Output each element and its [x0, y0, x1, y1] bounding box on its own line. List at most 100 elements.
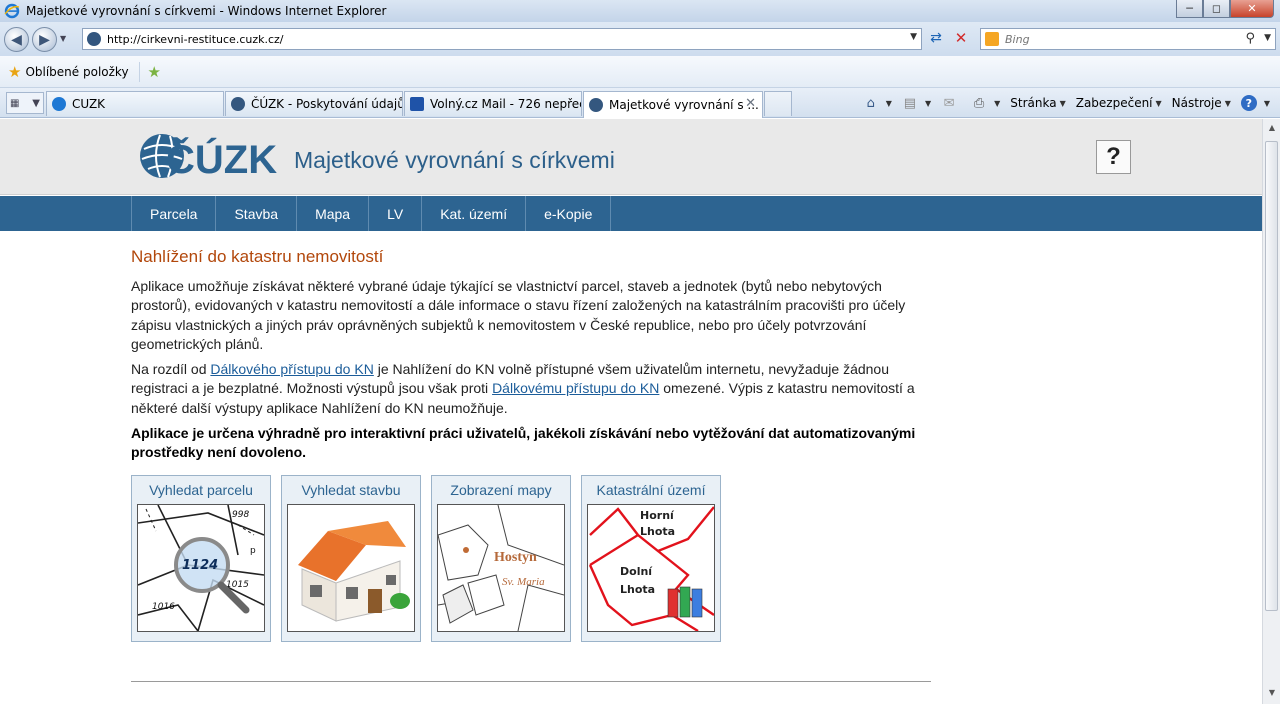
address-input[interactable] — [107, 32, 867, 46]
address-dropdown-icon[interactable]: ▼ — [910, 32, 917, 42]
favorites-bar: ★ Oblíbené položky ★ — [0, 56, 1280, 88]
back-button[interactable]: ◀ — [4, 27, 29, 52]
page-heading: Nahlížení do katastru nemovitostí — [131, 247, 384, 266]
comparison-paragraph: Na rozdíl od Dálkového přístupu do KN je… — [131, 360, 931, 418]
divider — [131, 681, 931, 682]
svg-text:ČÚZK: ČÚZK — [166, 136, 277, 182]
tools-menu[interactable]: Nástroje ▼ — [1172, 96, 1231, 110]
page-menu-label: Stránka — [1010, 96, 1057, 110]
help-menu[interactable]: ? ▼ — [1240, 95, 1270, 111]
house-image — [287, 504, 415, 632]
rss-feed-icon: ▤ — [903, 95, 917, 111]
scroll-up-icon[interactable]: ▲ — [1266, 123, 1278, 135]
tile-search-building[interactable]: Vyhledat stavbu — [281, 475, 421, 642]
refresh-icon[interactable]: ⇄ — [927, 30, 945, 48]
parcel-number-highlight: 1124 — [182, 558, 218, 573]
maximize-icon[interactable]: ◻ — [1203, 0, 1230, 18]
favorites-button[interactable]: Oblíbené položky — [25, 65, 128, 79]
forward-button[interactable]: ▶ — [32, 27, 57, 52]
chevron-down-icon: ▼ — [1059, 98, 1066, 108]
vertical-scrollbar[interactable]: ▲ ▼ — [1262, 119, 1280, 704]
tab-label: Majetkové vyrovnání s ... — [609, 98, 759, 112]
tab-close-icon[interactable]: ✕ — [745, 96, 756, 111]
home-icon: ⌂ — [866, 95, 875, 111]
chevron-down-icon: ▼ — [885, 98, 892, 108]
tab-list-dropdown-icon[interactable]: ▼ — [32, 98, 40, 109]
help-icon: ? — [1240, 95, 1257, 111]
usage-notice: Aplikace je určena výhradně pro interakt… — [131, 425, 916, 461]
search-input[interactable] — [1005, 32, 1235, 46]
chevron-down-icon: ▼ — [924, 98, 932, 108]
search-box[interactable]: ⚲ ▼ — [980, 28, 1276, 50]
search-icon[interactable]: ⚲ — [1245, 31, 1255, 46]
tab-cuzk-poskytovani[interactable]: ČÚZK - Poskytování údajů ... — [225, 91, 403, 116]
scroll-thumb[interactable] — [1265, 141, 1278, 611]
nav-item-stavba[interactable]: Stavba — [216, 196, 298, 231]
stop-icon[interactable]: ✕ — [952, 29, 970, 47]
ie-page-icon — [52, 97, 66, 111]
map-place-label: Hostyn — [494, 550, 537, 565]
help-button[interactable]: ? — [1096, 140, 1131, 174]
close-icon[interactable]: ✕ — [1230, 0, 1274, 18]
tile-show-map[interactable]: Zobrazení mapy Hostyn Sv. Maria — [431, 475, 571, 642]
add-favorite-icon[interactable]: ★ — [148, 63, 161, 81]
print-button[interactable]: ⎙ ▼ — [971, 95, 1000, 111]
window-titlebar: Majetkové vyrovnání s církvemi - Windows… — [0, 0, 1280, 22]
map-image: Hostyn Sv. Maria — [437, 504, 565, 632]
nav-item-kat-uzemi[interactable]: Kat. území — [422, 196, 527, 231]
cuzk-favicon-icon — [231, 97, 245, 111]
tile-search-parcel[interactable]: Vyhledat parcelu 998 1015 1016 p 1124 — [131, 475, 271, 642]
feeds-button[interactable]: ▤ ▼ — [902, 95, 931, 111]
tab-label: CUZK — [72, 97, 106, 111]
parcel-map-image: 998 1015 1016 p 1124 — [137, 504, 265, 632]
tab-cuzk[interactable]: CUZK — [46, 91, 224, 116]
main-content: Nahlížení do katastru nemovitostí Aplika… — [131, 247, 931, 469]
history-dropdown-icon[interactable]: ▼ — [60, 34, 66, 43]
remote-access-link[interactable]: Dálkového přístupu do KN — [210, 361, 373, 377]
tools-menu-label: Nástroje — [1171, 96, 1222, 110]
tab-volny-mail[interactable]: Volný.cz Mail - 726 nepřeč... — [404, 91, 582, 116]
scroll-down-icon[interactable]: ▼ — [1266, 688, 1278, 700]
cuzk-logo[interactable]: ČÚZK — [138, 129, 284, 183]
tile-label: Vyhledat parcelu — [149, 482, 253, 498]
volny-favicon-icon — [410, 97, 424, 111]
mail-icon: ✉ — [943, 95, 955, 111]
nav-item-lv[interactable]: LV — [369, 196, 423, 231]
nav-item-e-kopie[interactable]: e-Kopie — [526, 196, 612, 231]
feature-tiles: Vyhledat parcelu 998 1015 1016 p 1124 Vy… — [131, 475, 731, 642]
quick-tabs-button[interactable]: ▦ ▼ — [6, 92, 44, 114]
tab-majetkove-vyrovnani[interactable]: Majetkové vyrovnání s ... ✕ — [583, 91, 763, 118]
security-menu[interactable]: Zabezpečení ▼ — [1076, 96, 1162, 110]
divider — [138, 61, 140, 82]
forward-arrow-icon: ▶ — [39, 31, 50, 48]
chevron-down-icon: ▼ — [1263, 98, 1270, 108]
home-button[interactable]: ⌂ ▼ — [863, 95, 892, 111]
chevron-down-icon: ▼ — [1224, 98, 1231, 108]
area-label: Dolní — [620, 565, 653, 578]
nav-item-parcela[interactable]: Parcela — [132, 196, 217, 231]
nav-item-mapa[interactable]: Mapa — [297, 196, 370, 231]
new-tab-button[interactable] — [764, 91, 792, 116]
page-menu[interactable]: Stránka ▼ — [1010, 96, 1065, 110]
security-menu-label: Zabezpečení — [1075, 96, 1153, 110]
minimize-icon[interactable]: ─ — [1176, 0, 1203, 18]
search-dropdown-icon[interactable]: ▼ — [1264, 33, 1271, 43]
main-navigation: Parcela Stavba Mapa LV Kat. území e-Kopi… — [0, 196, 1262, 231]
tab-label: Volný.cz Mail - 726 nepřeč... — [430, 97, 582, 111]
chevron-down-icon: ▼ — [994, 98, 1001, 108]
parcel-number: 998 — [232, 510, 249, 520]
address-bar[interactable]: ▼ — [82, 28, 922, 50]
remote-access-link-2[interactable]: Dálkovému přístupu do KN — [492, 380, 659, 396]
bing-icon — [985, 32, 999, 46]
tile-label: Katastrální území — [596, 482, 706, 498]
site-favicon-icon — [87, 32, 101, 46]
tile-cadastral-area[interactable]: Katastrální území Horní Lhota Dolní Lhot… — [581, 475, 721, 642]
cadastral-area-image: Horní Lhota Dolní Lhota — [587, 504, 715, 632]
area-label: Lhota — [620, 583, 655, 596]
window-title: Majetkové vyrovnání s církvemi - Windows… — [26, 4, 387, 18]
favorites-star-icon[interactable]: ★ — [8, 63, 21, 81]
tab-label: ČÚZK - Poskytování údajů ... — [251, 97, 403, 111]
command-bar: ⌂ ▼ ▤ ▼ ✉ ⎙ ▼ Stránka ▼ Zabezpečení ▼ Nástroj… — [863, 90, 1280, 116]
read-mail-button[interactable]: ✉ — [941, 95, 961, 111]
cuzk-favicon-icon — [589, 98, 603, 112]
